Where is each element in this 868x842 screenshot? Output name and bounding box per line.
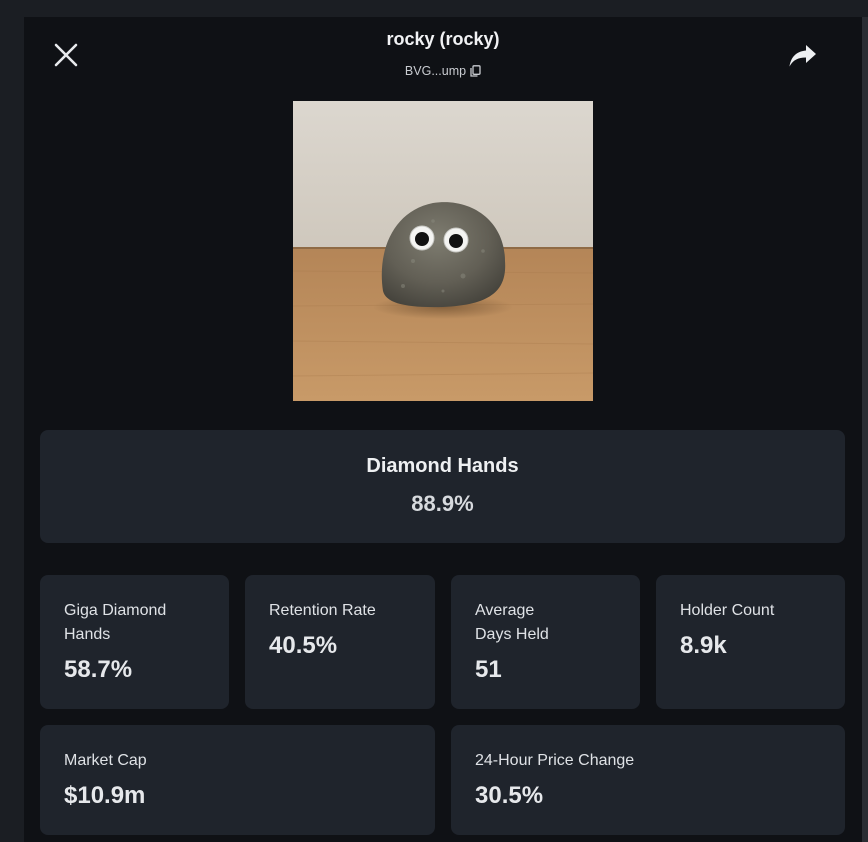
scrollbar[interactable] bbox=[862, 17, 868, 842]
token-title: rocky (rocky) bbox=[386, 29, 500, 49]
stat-card-giga-diamond-hands: Giga Diamond Hands 58.7% bbox=[40, 575, 229, 709]
diamond-hands-label: Diamond Hands bbox=[366, 455, 519, 477]
stat-label: Average Days Held bbox=[475, 602, 549, 643]
share-button[interactable] bbox=[788, 42, 818, 70]
diamond-hands-card: Diamond Hands 88.9% bbox=[40, 430, 845, 543]
stat-card-holder-count: Holder Count 8.9k bbox=[656, 575, 845, 709]
stat-label: Market Cap bbox=[64, 752, 147, 769]
copy-icon[interactable] bbox=[470, 65, 481, 80]
stat-card-24-hour-price-change: 24-Hour Price Change 30.5% bbox=[451, 725, 845, 835]
stat-label: 24-Hour Price Change bbox=[475, 752, 635, 769]
token-address-row: BVG...ump bbox=[24, 64, 862, 80]
stat-label: Giga Diamond Hands bbox=[64, 602, 167, 643]
stat-value: 30.5% bbox=[475, 782, 544, 809]
stat-value: 51 bbox=[475, 656, 502, 683]
token-detail-modal: rocky (rocky) BVG...ump Diamond Hands 88… bbox=[24, 17, 862, 842]
stat-card-average-days-held: Average Days Held 51 bbox=[451, 575, 640, 709]
stat-value: 8.9k bbox=[680, 632, 727, 659]
diamond-hands-value: 88.9% bbox=[411, 491, 474, 516]
stat-card-market-cap: Market Cap $10.9m bbox=[40, 725, 435, 835]
token-address: BVG...ump bbox=[404, 64, 467, 78]
share-icon bbox=[789, 45, 816, 67]
stat-label: Holder Count bbox=[680, 602, 775, 619]
rock-with-googly-eyes-image bbox=[293, 101, 593, 401]
stat-value: $10.9m bbox=[64, 782, 146, 809]
token-image bbox=[293, 101, 593, 401]
stat-card-retention-rate: Retention Rate 40.5% bbox=[245, 575, 435, 709]
stat-value: 40.5% bbox=[269, 632, 338, 659]
stat-value: 58.7% bbox=[64, 656, 133, 683]
stat-label: Retention Rate bbox=[269, 602, 376, 619]
